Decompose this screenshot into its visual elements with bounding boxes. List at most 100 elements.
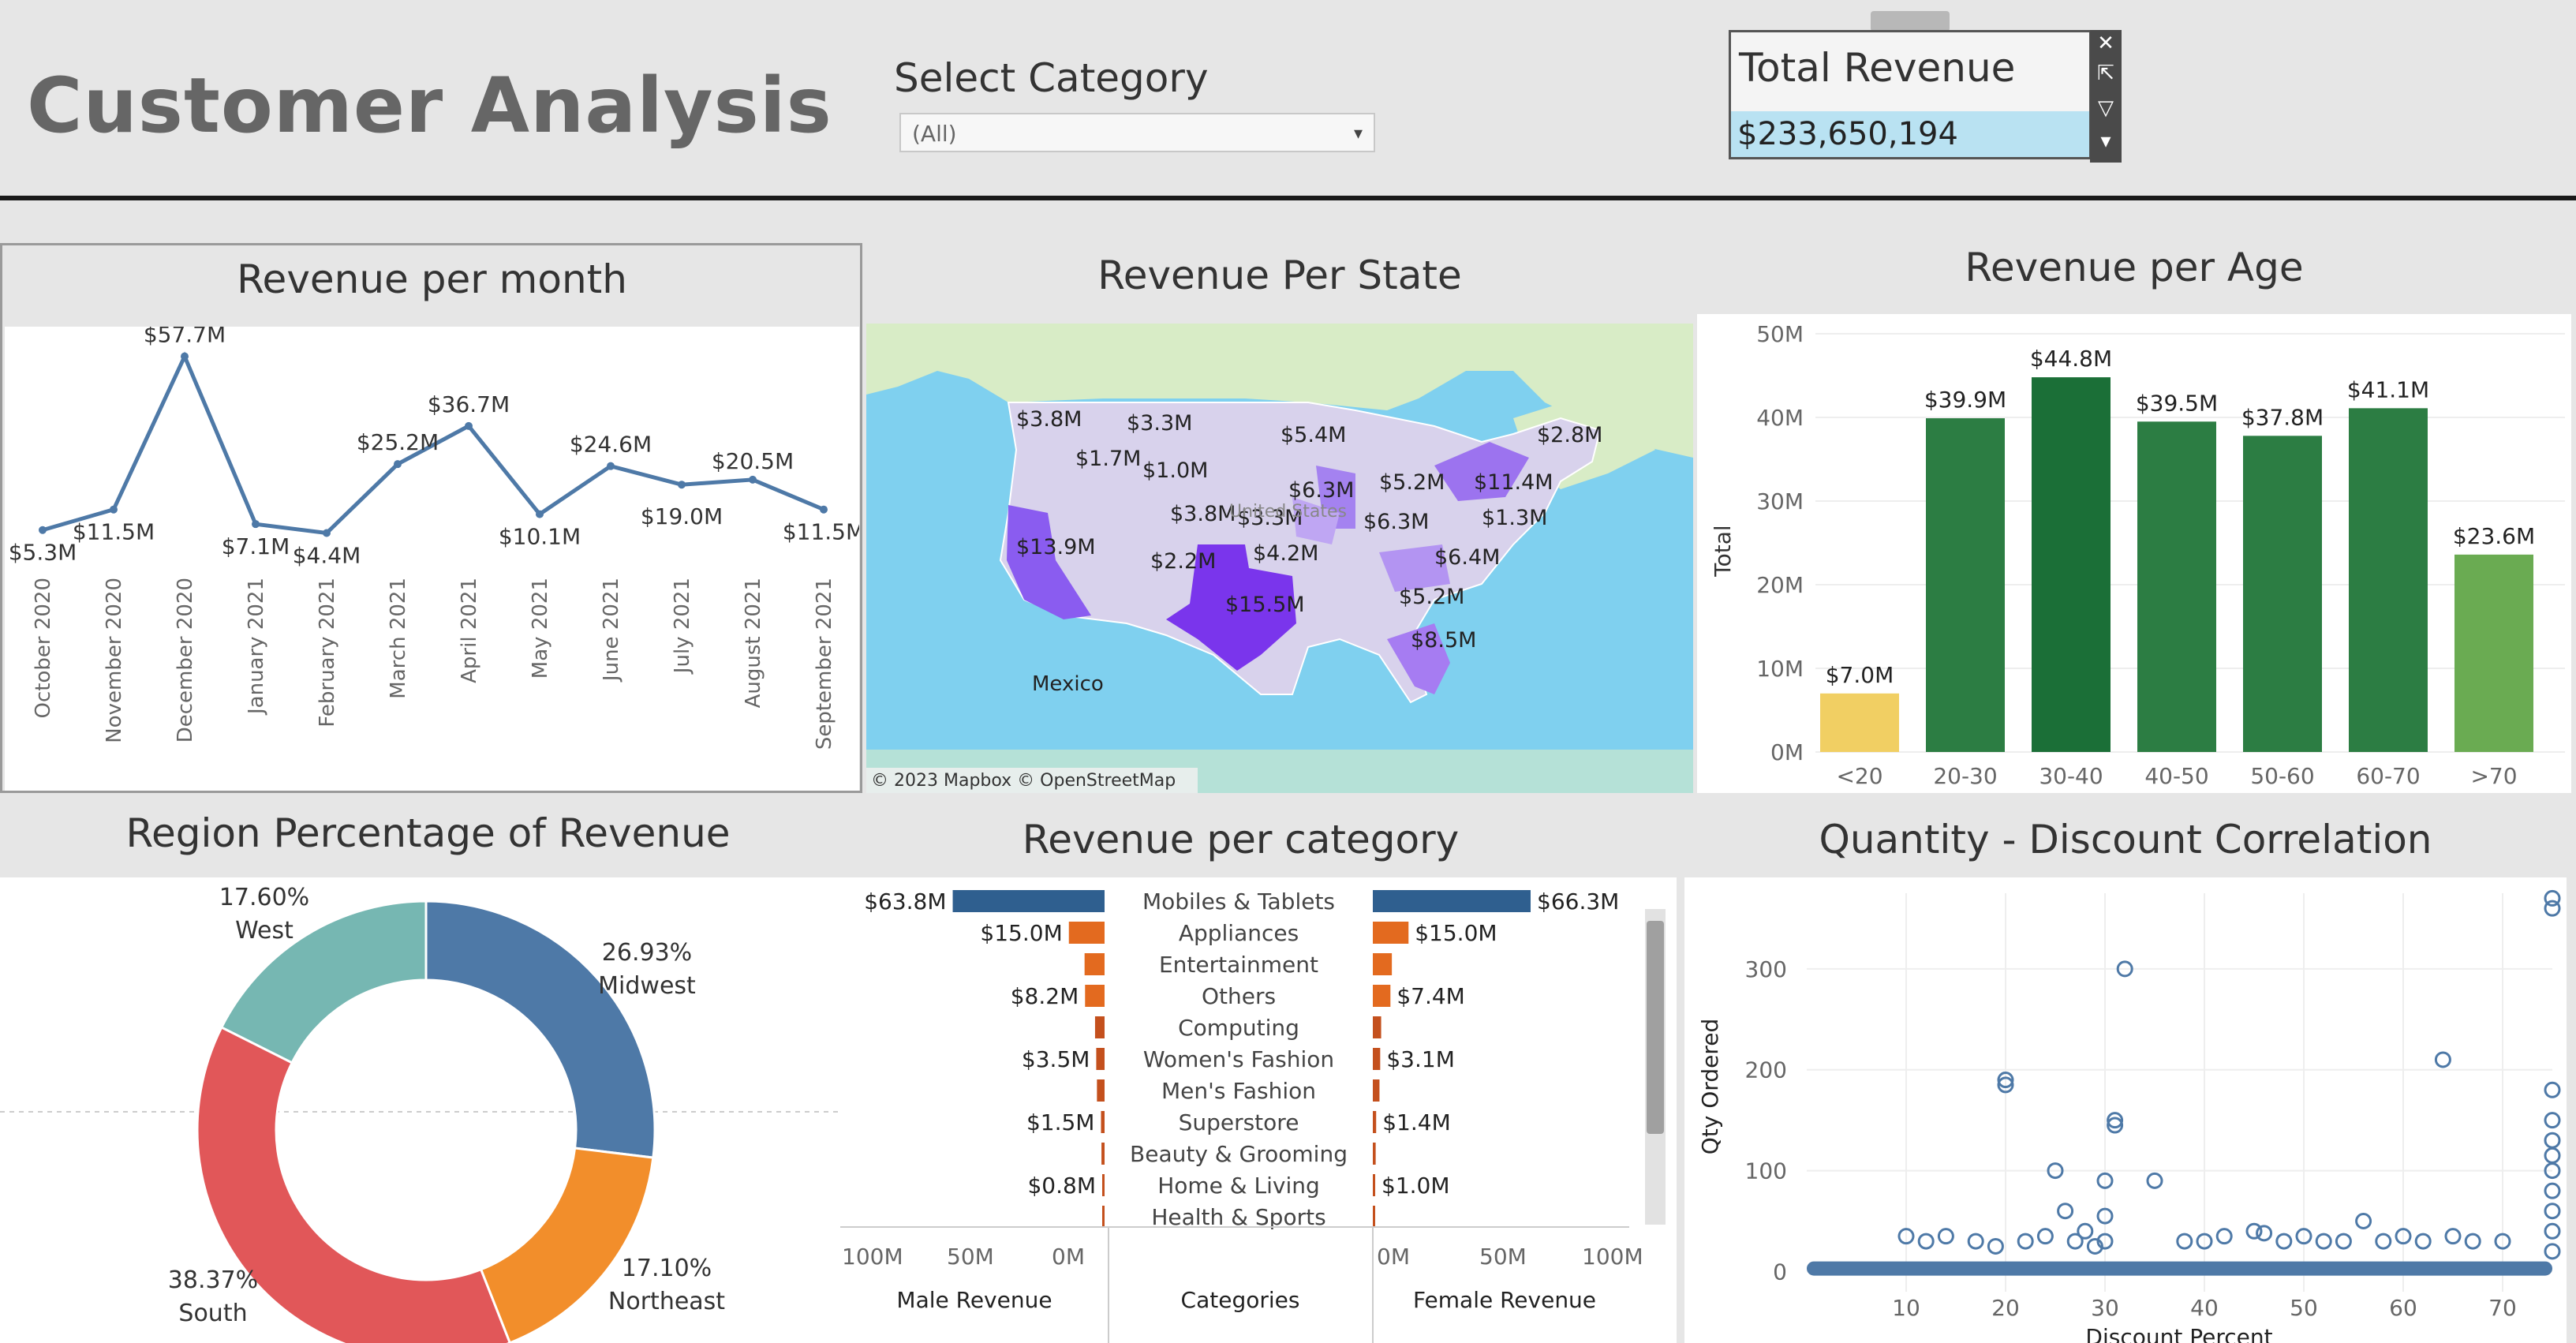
month-point [465, 421, 473, 430]
total-revenue-value: $233,650,194 [1731, 111, 2089, 157]
category-female-tick: 0M [1377, 1244, 1410, 1270]
scatter-y-tick: 200 [1745, 1057, 1787, 1083]
scatter-point [2544, 1132, 2561, 1149]
month-tick-label: November 2020 [103, 578, 126, 743]
category-female-tick: 50M [1479, 1244, 1527, 1270]
scatter-x-tick: 30 [2091, 1295, 2119, 1321]
header-divider [0, 196, 2576, 200]
revenue-month-svg: $5.3M October 2020 $11.5M November 2020 $57.… [9, 322, 865, 750]
age-bar-label: $7.0M [1826, 662, 1894, 688]
scatter-point [2434, 1051, 2451, 1068]
month-data-label: $7.1M [222, 533, 290, 559]
region-percent-label: 17.10% [622, 1255, 712, 1282]
region-percent-label: 17.60% [219, 884, 309, 911]
region-percent-label: 26.93% [602, 939, 692, 967]
category-male-tick: 100M [842, 1244, 903, 1270]
age-bar-label: $41.1M [2347, 376, 2429, 402]
scatter-point [2017, 1233, 2034, 1250]
category-female-bar [1373, 1143, 1376, 1165]
total-revenue-card[interactable]: Total Revenue $233,650,194 [1729, 30, 2092, 159]
map-state-label: $3.8M [1016, 407, 1082, 432]
month-point [39, 526, 47, 534]
age-bar-label: $39.9M [1924, 387, 2006, 413]
age-y-tick: 30M [1756, 488, 1804, 514]
month-tick-label: September 2021 [813, 578, 836, 750]
category-male-tick: 0M [1052, 1244, 1085, 1270]
category-female-label: $1.4M [1382, 1109, 1451, 1135]
scatter-point [2544, 1243, 2561, 1260]
scatter-point [2375, 1233, 2392, 1250]
month-point [252, 520, 260, 529]
category-name: Appliances [1179, 920, 1299, 946]
category-female-bar [1373, 1016, 1381, 1038]
scatter-x-tick: 60 [2389, 1295, 2417, 1321]
map-state-label: $2.2M [1150, 549, 1216, 574]
map-state-label: $5.4M [1281, 423, 1346, 447]
category-female-bar [1373, 1174, 1376, 1196]
scatter-point [2256, 1225, 2273, 1242]
category-male-label: $1.5M [1026, 1109, 1095, 1135]
age-bar-label: $39.5M [2136, 390, 2218, 416]
category-male-tick: 50M [947, 1244, 994, 1270]
category-female-bar [1373, 1111, 1377, 1133]
scatter-point [2077, 1222, 2094, 1240]
category-male-bar [1068, 922, 1105, 944]
scatter-y-tick: 0 [1773, 1259, 1787, 1285]
scatter-point [2544, 1222, 2561, 1240]
region-slice [196, 1025, 511, 1343]
scatter-point [1987, 1237, 2004, 1255]
map-state-label: $2.8M [1537, 423, 1602, 447]
scatter-title: Quantity - Discount Correlation [1819, 817, 2432, 862]
region-name-label: South [178, 1300, 247, 1327]
map-state-label: $8.5M [1411, 628, 1476, 653]
age-bar-label: $44.8M [2030, 346, 2112, 372]
scatter-point [2544, 1081, 2561, 1098]
category-male-bar [1096, 1048, 1105, 1070]
month-data-label: $11.5M [783, 519, 859, 545]
category-filter-select[interactable]: (All) ▾ [899, 113, 1375, 152]
filter-icon[interactable]: ▽ [2090, 96, 2122, 120]
revenue-state-map[interactable]: $3.8M $3.3M $5.4M $2.8M $1.7M $1.0M $6.3M $5.2M… [866, 324, 1693, 793]
scatter-y-tick: 300 [1745, 956, 1787, 982]
map-attribution: © 2023 Mapbox © OpenStreetMap [871, 771, 1176, 791]
region-chart[interactable]: 26.93% Midwest 17.10% Northeast 38.37% South 1… [0, 877, 848, 1343]
age-x-tick: 30-40 [2039, 763, 2103, 789]
month-data-label: $10.1M [499, 524, 581, 550]
map-state-label: $6.4M [1434, 545, 1500, 570]
scatter-chart[interactable]: 10 20 30 40 50 60 70 0 100 200 300 Discount Percent… [1684, 877, 2567, 1343]
category-female-label: $15.0M [1415, 920, 1497, 946]
month-data-label: $24.6M [570, 432, 652, 458]
age-bar-label: $23.6M [2453, 523, 2535, 549]
open-external-icon[interactable]: ⇱ [2090, 62, 2122, 85]
scatter-point [1967, 1233, 1984, 1250]
map-state-label: $15.5M [1225, 593, 1305, 617]
close-icon[interactable]: ✕ [2090, 32, 2122, 55]
drag-handle-icon[interactable] [1871, 11, 1950, 32]
scatter-point [2176, 1233, 2193, 1250]
category-male-bar [1084, 953, 1105, 975]
category-male-bar [1102, 1174, 1105, 1196]
more-options-icon[interactable]: ▾ [2090, 129, 2122, 153]
map-state-label: $13.9M [1016, 535, 1096, 559]
map-country-usa: United States [1229, 502, 1347, 522]
map-state-label: $6.3M [1288, 478, 1354, 503]
age-bar [1926, 418, 2005, 752]
revenue-month-chart[interactable]: $5.3M October 2020 $11.5M November 2020 $57.… [5, 322, 865, 791]
scatter-point [2057, 1203, 2074, 1220]
month-data-label: $20.5M [712, 448, 794, 474]
map-state-label: $3.8M [1170, 502, 1236, 526]
age-y-tick: 50M [1756, 321, 1804, 347]
month-point [181, 352, 189, 361]
scatter-point [2544, 900, 2561, 917]
category-female-bar [1373, 922, 1409, 944]
category-female-label: $1.0M [1381, 1173, 1450, 1199]
revenue-age-chart[interactable]: 0M 10M 20M 30M 40M 50M Total $7.0M <20 $39.9M 20-3… [1697, 314, 2571, 793]
category-male-axis-label: Male Revenue [896, 1287, 1052, 1313]
month-data-label: $11.5M [73, 519, 155, 545]
scatter-x-tick: 70 [2488, 1295, 2517, 1321]
category-male-label: $15.0M [980, 920, 1062, 946]
category-chart[interactable]: Mobiles & Tablets $63.8M $66.3M Appliances $… [840, 877, 1677, 1343]
age-y-axis-label: Total [1710, 525, 1736, 577]
map-state-label: $11.4M [1474, 470, 1553, 495]
scatter-point [2036, 1228, 2054, 1245]
